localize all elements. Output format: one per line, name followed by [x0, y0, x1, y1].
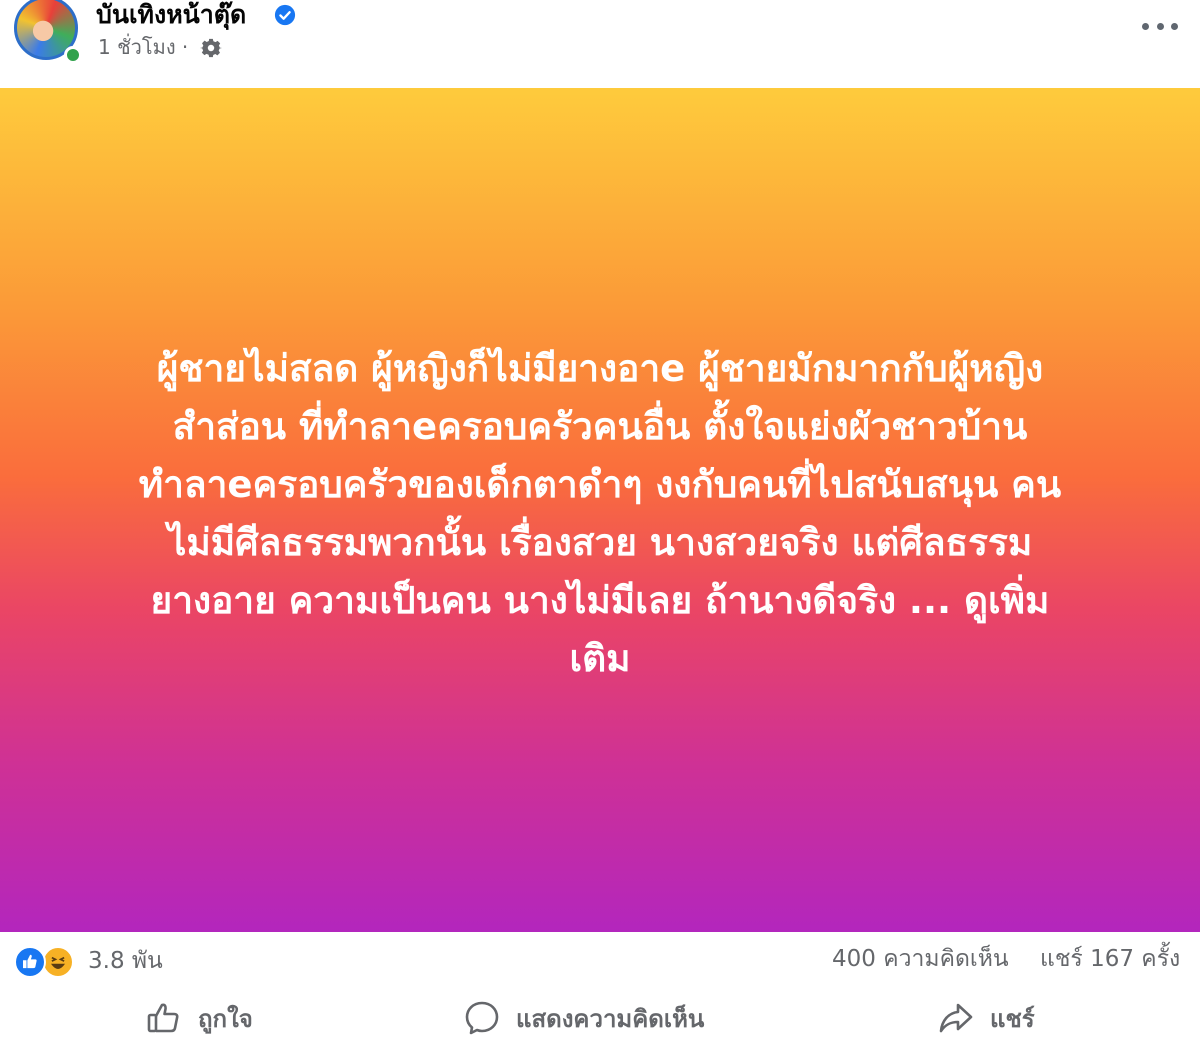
post-action-bar: ถูกใจ แสดงความคิดเห็น แชร์: [0, 990, 1200, 1048]
page-avatar[interactable]: [12, 0, 82, 66]
like-button[interactable]: ถูกใจ: [146, 996, 253, 1040]
post-header: บันเทิงหน้าตุ๊ด 1 ชั่วโมง ·: [0, 0, 1200, 88]
reaction-summary[interactable]: [14, 946, 84, 978]
reaction-count[interactable]: 3.8 พัน: [88, 946, 163, 976]
like-label: ถูกใจ: [198, 1004, 253, 1033]
comment-bubble-icon: [465, 1001, 499, 1035]
comment-label: แสดงความคิดเห็น: [516, 1004, 705, 1033]
share-count[interactable]: แชร์ 167 ครั้ง: [1040, 944, 1180, 974]
share-button[interactable]: แชร์: [938, 996, 1035, 1040]
more-options-button[interactable]: [1142, 14, 1178, 38]
more-dot: [1156, 22, 1164, 30]
online-status-icon: [64, 46, 82, 64]
gear-icon[interactable]: [200, 37, 222, 59]
page-name-link[interactable]: บันเทิงหน้าตุ๊ด: [96, 0, 246, 30]
post-background-card: ผู้ชายไม่สลด ผู้หญิงก็ไม่มียางอาe ผู้ชาย…: [0, 88, 1200, 932]
post-timestamp[interactable]: 1 ชั่วโมง ·: [98, 34, 188, 60]
more-dot: [1142, 22, 1149, 30]
thumbs-up-icon: [147, 1003, 179, 1033]
more-dot: [1171, 22, 1178, 30]
share-arrow-icon: [939, 1003, 973, 1033]
post-text[interactable]: ผู้ชายไม่สลด ผู้หญิงก็ไม่มียางอาe ผู้ชาย…: [40, 340, 1160, 688]
share-label: แชร์: [990, 1004, 1035, 1033]
comment-button[interactable]: แสดงความคิดเห็น: [464, 996, 704, 1040]
like-reaction-icon: [14, 946, 46, 978]
verified-badge-icon: [274, 4, 296, 26]
post-stats-bar: 3.8 พัน 400 ความคิดเห็น แชร์ 167 ครั้ง: [0, 932, 1200, 990]
haha-reaction-icon: [42, 946, 74, 978]
comment-count[interactable]: 400 ความคิดเห็น: [832, 944, 1009, 974]
